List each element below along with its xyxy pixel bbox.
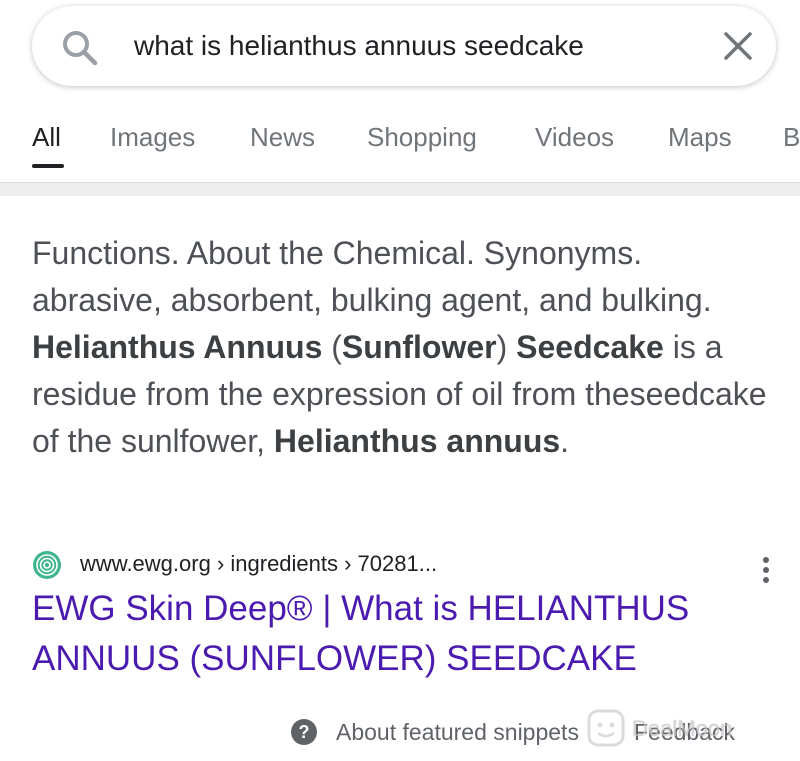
featured-snippet-text: Functions. About the Chemical. Synonyms.… bbox=[32, 230, 772, 465]
tab-maps[interactable]: Maps bbox=[668, 122, 732, 153]
search-tabs: All Images News Shopping Videos Maps B bbox=[0, 112, 800, 174]
search-icon[interactable] bbox=[60, 28, 100, 68]
tab-shopping[interactable]: Shopping bbox=[367, 122, 477, 153]
svg-text:?: ? bbox=[299, 722, 310, 742]
result-title-link[interactable]: EWG Skin Deep® | What is HELIANTHUS ANNU… bbox=[32, 584, 772, 684]
watermark-logo-icon bbox=[586, 708, 626, 748]
snippet-bold-term: Seedcake bbox=[516, 329, 664, 365]
snippet-bold-term: Helianthus annuus bbox=[273, 423, 561, 459]
more-vert-icon[interactable] bbox=[752, 552, 780, 588]
snippet-bold-term: Helianthus Annuus bbox=[32, 329, 323, 365]
search-results-page: All Images News Shopping Videos Maps B F… bbox=[0, 0, 800, 761]
watermark: DealMoon bbox=[586, 706, 786, 752]
snippet-text: . bbox=[560, 423, 570, 459]
about-featured-snippets-link[interactable]: About featured snippets bbox=[336, 719, 579, 746]
section-divider bbox=[0, 182, 800, 196]
tab-images[interactable]: Images bbox=[110, 122, 195, 153]
snippet-bold-term: Sunflower bbox=[341, 329, 497, 365]
search-input[interactable] bbox=[134, 26, 694, 66]
ewg-favicon-icon bbox=[32, 550, 62, 580]
source-url: www.ewg.org › ingredients › 70281... bbox=[80, 551, 438, 576]
active-tab-indicator bbox=[32, 164, 64, 168]
search-bar bbox=[32, 6, 776, 86]
tab-videos[interactable]: Videos bbox=[535, 122, 614, 153]
result-source[interactable]: www.ewg.org › ingredients › 70281... bbox=[32, 546, 732, 582]
snippet-text: ( bbox=[322, 329, 342, 365]
tab-news[interactable]: News bbox=[250, 122, 315, 153]
watermark-text: DealMoon bbox=[632, 716, 733, 741]
help-icon[interactable]: ? bbox=[290, 718, 318, 746]
snippet-text: ) bbox=[496, 329, 517, 365]
tab-books[interactable]: B bbox=[783, 122, 800, 153]
close-icon[interactable] bbox=[720, 28, 756, 64]
snippet-text: Functions. About the Chemical. Synonyms.… bbox=[32, 235, 712, 318]
tab-all[interactable]: All bbox=[32, 122, 61, 153]
